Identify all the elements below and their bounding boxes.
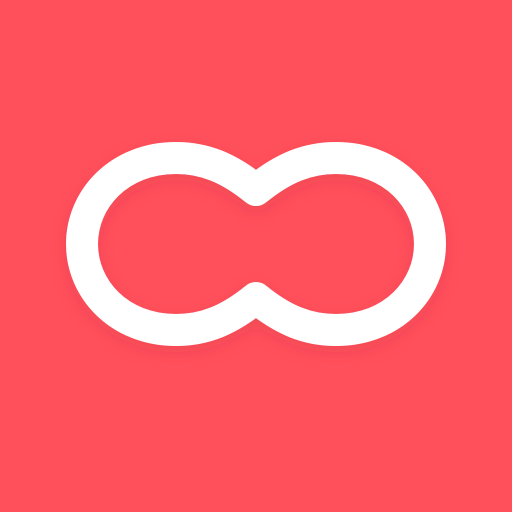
infinity-loop-icon [0,0,512,512]
app-icon [0,0,512,512]
